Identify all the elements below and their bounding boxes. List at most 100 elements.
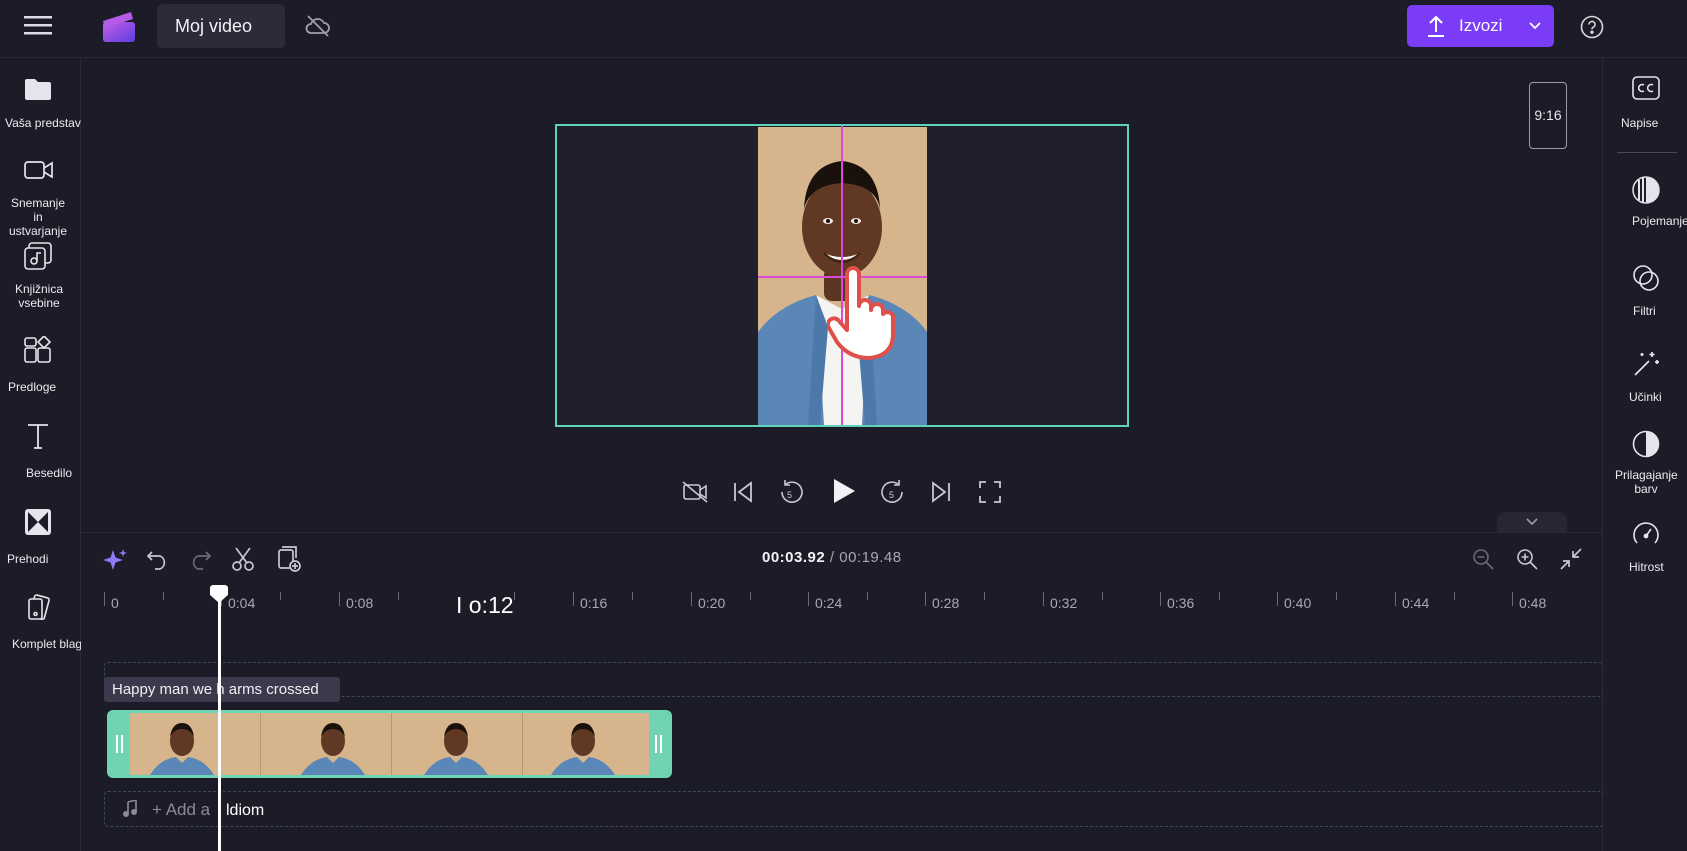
sidebar-item-label: Napise bbox=[1621, 116, 1659, 130]
ruler-tick bbox=[1512, 592, 1513, 606]
chevron-down-icon[interactable] bbox=[1528, 21, 1542, 31]
color-adjust-icon bbox=[1632, 430, 1660, 458]
sidebar-item-color-adjust[interactable]: Prilagajanje barv bbox=[1603, 430, 1687, 510]
sidebar-item-fade[interactable]: Pojemanje bbox=[1603, 176, 1687, 242]
sidebar-item-label: Besedilo bbox=[26, 466, 73, 480]
video-canvas[interactable] bbox=[555, 124, 1129, 427]
templates-icon bbox=[24, 336, 52, 364]
ruler-tick-label: 0:48 bbox=[1519, 595, 1547, 611]
hide-video-icon[interactable] bbox=[682, 480, 708, 504]
ruler-tick bbox=[867, 592, 868, 600]
audio-track-dropzone[interactable] bbox=[104, 791, 1604, 827]
ruler-tick-label: 0:08 bbox=[346, 595, 374, 611]
speed-icon bbox=[1632, 520, 1660, 548]
ruler-tick bbox=[514, 592, 515, 600]
sidebar-item-effects[interactable]: Učinki bbox=[1603, 350, 1687, 416]
sidebar-item-templates[interactable]: Predloge bbox=[0, 336, 81, 406]
sidebar-item-speed[interactable]: Hitrost bbox=[1603, 520, 1687, 586]
chevron-down-icon bbox=[1525, 517, 1539, 527]
brand-kit-icon bbox=[26, 594, 52, 622]
project-title[interactable]: Moj video bbox=[157, 4, 285, 48]
video-clip[interactable] bbox=[107, 710, 672, 778]
effects-icon bbox=[1632, 350, 1660, 378]
play-button[interactable] bbox=[831, 477, 857, 505]
ruler-tick-label: 0:36 bbox=[1167, 595, 1195, 611]
current-time: 00:03.92 bbox=[762, 549, 826, 566]
ruler-tick bbox=[1395, 592, 1396, 606]
ruler-tick-label: 0:40 bbox=[1284, 595, 1312, 611]
ai-sparkle-icon[interactable] bbox=[103, 548, 127, 572]
sidebar-item-label: Snemanje in ustvarjanje bbox=[8, 196, 68, 238]
fullscreen-icon[interactable] bbox=[978, 480, 1002, 504]
sidebar-item-label: Predloge bbox=[8, 380, 57, 394]
ruler-tick-label: 0:28 bbox=[932, 595, 960, 611]
ruler-tick bbox=[984, 592, 985, 600]
svg-text:5: 5 bbox=[889, 490, 894, 500]
skip-forward-icon[interactable] bbox=[930, 480, 952, 504]
sidebar-item-label: Prilagajanje barv bbox=[1615, 468, 1678, 496]
zoom-in-icon[interactable] bbox=[1516, 548, 1538, 570]
add-audio-label[interactable]: + Add a bbox=[152, 800, 210, 820]
thumbnail bbox=[523, 713, 653, 775]
ruler-tick bbox=[398, 592, 399, 600]
music-note-icon bbox=[122, 800, 138, 818]
sidebar-item-record[interactable]: Snemanje in ustvarjanje bbox=[0, 158, 81, 238]
ruler-tick bbox=[339, 592, 340, 606]
trim-handle-right[interactable] bbox=[649, 713, 669, 775]
ruler-tick bbox=[1043, 592, 1044, 606]
skip-back-icon[interactable] bbox=[732, 480, 754, 504]
ruler-tick-label: 0:16 bbox=[580, 595, 608, 611]
ruler-tick bbox=[104, 592, 105, 606]
ruler-tick bbox=[573, 592, 574, 606]
ruler-tick bbox=[163, 592, 164, 600]
fit-timeline-icon[interactable] bbox=[1559, 547, 1583, 571]
add-clip-icon[interactable] bbox=[277, 546, 301, 572]
trim-handle-left[interactable] bbox=[110, 713, 130, 775]
ruler-tick-label: 0:32 bbox=[1050, 595, 1078, 611]
redo-icon[interactable] bbox=[189, 548, 211, 570]
sidebar-item-filters[interactable]: Filtri bbox=[1603, 264, 1687, 330]
left-sidebar: Vaša predstavnost Snemanje in ustvarjanj… bbox=[0, 58, 149, 851]
zoom-out-icon[interactable] bbox=[1472, 548, 1494, 570]
split-icon[interactable] bbox=[231, 546, 255, 572]
thumbnail bbox=[261, 713, 392, 775]
sidebar-item-brand-kit[interactable]: Komplet blagovnih znamk bbox=[0, 594, 149, 674]
ruler-tick bbox=[750, 592, 751, 600]
camera-icon bbox=[24, 158, 54, 182]
clip-thumbnails bbox=[130, 713, 653, 775]
hamburger-menu-icon[interactable] bbox=[24, 14, 54, 36]
sidebar-item-captions[interactable]: Napise bbox=[1603, 76, 1687, 136]
help-icon[interactable] bbox=[1580, 15, 1604, 39]
total-time: / 00:19.48 bbox=[829, 549, 902, 566]
sidebar-item-label: Hitrost bbox=[1629, 560, 1664, 574]
collapse-timeline-button[interactable] bbox=[1497, 512, 1567, 532]
sidebar-item-label: Knjižnica vsebine bbox=[14, 282, 64, 310]
sidebar-item-label: Učinki bbox=[1629, 390, 1662, 404]
filters-icon bbox=[1632, 264, 1660, 292]
ruler-tick bbox=[632, 592, 633, 600]
sidebar-item-text[interactable]: Besedilo bbox=[0, 422, 81, 492]
aspect-ratio-button[interactable]: 9:16 bbox=[1529, 82, 1567, 149]
ruler-tick bbox=[1277, 592, 1278, 606]
ruler-tick bbox=[1160, 592, 1161, 606]
cloud-off-icon[interactable] bbox=[305, 14, 331, 38]
sidebar-item-media[interactable]: Vaša predstavnost bbox=[0, 76, 104, 138]
sidebar-item-content-library[interactable]: Knjižnica vsebine bbox=[0, 242, 81, 322]
forward-5-icon[interactable]: 5 bbox=[880, 478, 906, 506]
sidebar-item-label: Prehodi bbox=[7, 552, 49, 566]
export-button[interactable]: Izvozi bbox=[1407, 5, 1554, 47]
sidebar-item-transitions[interactable]: Prehodi bbox=[0, 508, 81, 578]
captions-icon bbox=[1632, 76, 1660, 100]
undo-icon[interactable] bbox=[147, 548, 169, 570]
rewind-5-icon[interactable]: 5 bbox=[778, 478, 804, 506]
ruler-tick-label: 0 bbox=[111, 595, 119, 611]
ruler-tick bbox=[925, 592, 926, 606]
svg-text:5: 5 bbox=[787, 490, 792, 500]
playhead[interactable] bbox=[218, 592, 221, 851]
time-display: 00:03.92 / 00:19.48 bbox=[762, 549, 902, 566]
thumbnail bbox=[392, 713, 523, 775]
ruler-tick bbox=[1336, 592, 1337, 600]
divider bbox=[1617, 152, 1677, 153]
ruler-tick bbox=[1454, 592, 1455, 600]
sidebar-item-label: Filtri bbox=[1633, 304, 1656, 318]
